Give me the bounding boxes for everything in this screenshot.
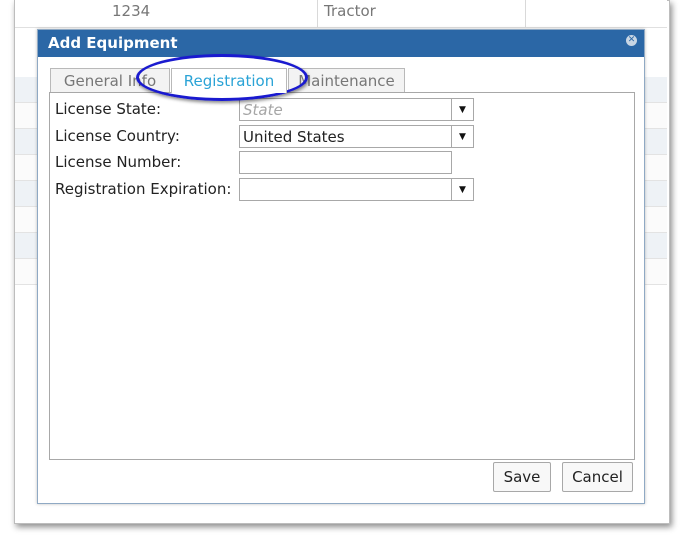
license-country-label: License Country: — [55, 127, 180, 145]
license-country-value: United States — [243, 128, 345, 146]
registration-panel: License State: State ▼ License Country: … — [49, 92, 635, 460]
registration-expiration-label: Registration Expiration: — [55, 180, 232, 198]
license-state-select[interactable]: State ▼ — [239, 98, 474, 121]
dialog-title: Add Equipment — [48, 34, 178, 52]
chevron-down-icon[interactable]: ▼ — [451, 99, 473, 120]
chevron-down-icon[interactable]: ▼ — [451, 126, 473, 147]
add-equipment-dialog: Add Equipment ✕ General Info Registratio… — [37, 29, 645, 504]
registration-expiration-select[interactable]: ▼ — [239, 178, 474, 201]
background-table-row: 1234 Tractor — [15, 0, 667, 28]
cancel-button[interactable]: Cancel — [562, 462, 633, 492]
tab-maintenance[interactable]: Maintenance — [288, 68, 405, 92]
tab-registration[interactable]: Registration — [171, 68, 287, 93]
column-divider — [317, 0, 318, 27]
save-button[interactable]: Save — [493, 462, 551, 492]
dialog-title-bar[interactable]: Add Equipment ✕ — [38, 30, 644, 57]
license-number-input[interactable] — [239, 151, 452, 174]
background-row-id: 1234 — [112, 2, 151, 20]
license-country-select[interactable]: United States ▼ — [239, 125, 474, 148]
column-divider — [525, 0, 526, 27]
license-state-placeholder: State — [243, 101, 283, 119]
license-number-label: License Number: — [55, 153, 182, 171]
background-row-type: Tractor — [324, 2, 376, 20]
chevron-down-icon[interactable]: ▼ — [451, 179, 473, 200]
license-state-label: License State: — [55, 100, 162, 118]
tab-general-info[interactable]: General Info — [50, 68, 170, 92]
close-icon[interactable]: ✕ — [626, 35, 637, 46]
